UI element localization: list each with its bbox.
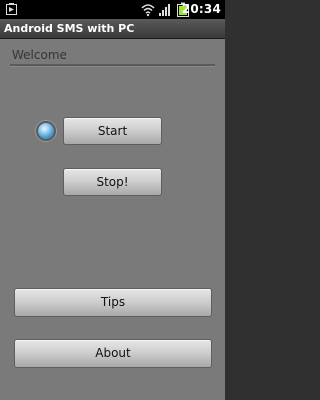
status-time: 20:34	[181, 2, 221, 16]
app-title: Android SMS with PC	[4, 22, 135, 35]
wifi-icon	[141, 4, 155, 17]
status-bar: 20:34	[0, 0, 225, 19]
service-status-radio[interactable]	[36, 121, 56, 141]
start-button[interactable]: Start	[63, 117, 162, 145]
welcome-divider	[10, 64, 215, 67]
tips-button[interactable]: Tips	[14, 288, 212, 317]
notification-icon	[6, 3, 17, 15]
stop-button[interactable]: Stop!	[63, 168, 162, 196]
welcome-label: Welcome	[12, 48, 67, 62]
app-title-bar: Android SMS with PC	[0, 19, 225, 39]
signal-icon	[159, 4, 170, 16]
about-button[interactable]: About	[14, 339, 212, 368]
main-content: Welcome Start Stop! Tips About	[0, 39, 225, 400]
